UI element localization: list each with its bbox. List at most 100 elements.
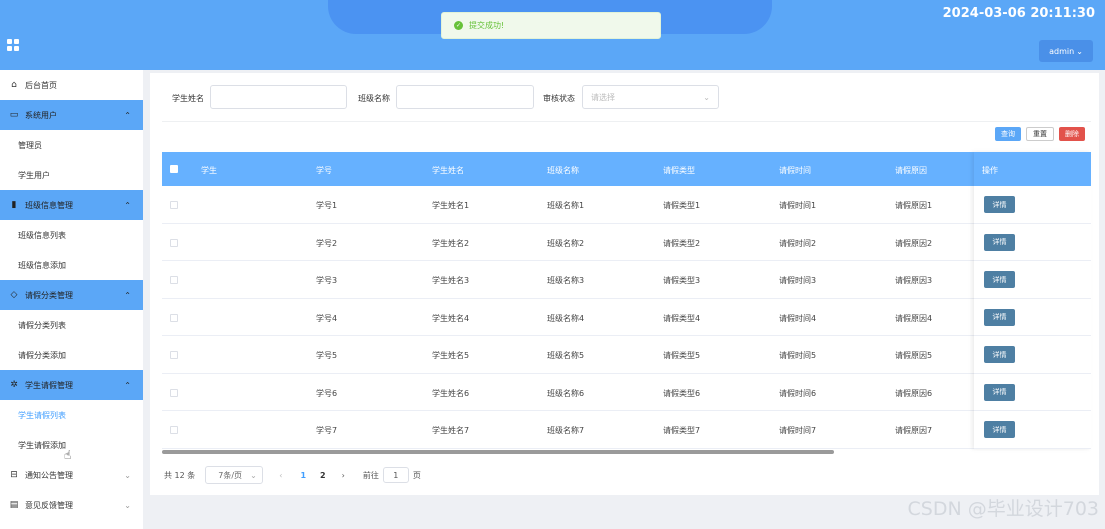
sidebar-item-0[interactable]: ⌂ 后台首页: [0, 70, 143, 100]
table-cell: 学号6: [316, 388, 338, 398]
sidebar-item-label: 管理员: [18, 140, 42, 150]
sidebar-item-13[interactable]: ⊟ 通知公告管理 ⌄: [0, 460, 143, 490]
status-select[interactable]: 请选择 ⌄: [582, 85, 719, 109]
table-cell: 学号5: [316, 351, 338, 360]
select-all-checkbox[interactable]: [170, 165, 178, 173]
fixed-ops-column: [974, 152, 1091, 449]
table-cell: 学生姓名7: [432, 426, 470, 435]
table-cell: 请假时间2: [779, 238, 817, 248]
grid-menu-icon[interactable]: [7, 39, 20, 52]
horizontal-scrollbar[interactable]: [162, 450, 834, 454]
table-cell: 请假时间5: [779, 351, 817, 360]
column-header: 请假原因: [895, 166, 927, 175]
sidebar-item-7[interactable]: ◇ 请假分类管理 ⌃: [0, 280, 143, 310]
sidebar-item-14[interactable]: ▤ 意见反馈管理 ⌄: [0, 490, 143, 520]
sidebar: ⌂ 后台首页 ▭ 系统用户 ⌃ 管理员 学生用户 ▮ 班级信息管理 ⌃ 班级信息列表 班级信息添加 ◇ 请…: [0, 70, 143, 529]
sidebar-item-label: 系统用户: [25, 110, 57, 120]
goto-page-input[interactable]: 1: [382, 467, 409, 483]
success-toast: ✓ 提交成功!: [441, 12, 661, 39]
sidebar-item-12[interactable]: 学生请假添加: [0, 430, 143, 460]
table-row: 学号2 学生姓名2 班级名称2 请假类型2 请假时间2 请假原因2 详情: [162, 223, 1091, 261]
table-cell: 请假类型6: [663, 388, 701, 398]
row-checkbox[interactable]: [170, 351, 178, 359]
admin-label: admin: [1049, 46, 1075, 56]
column-header: 学号: [316, 166, 332, 175]
sidebar-item-9[interactable]: 请假分类添加: [0, 340, 143, 370]
prev-page-button[interactable]: ‹: [279, 471, 282, 480]
table-cell: 请假时间1: [779, 201, 817, 210]
sidebar-item-6[interactable]: 班级信息添加: [0, 250, 143, 280]
row-checkbox[interactable]: [170, 388, 178, 397]
chevron-up-icon: ⌃: [124, 110, 131, 120]
filter-bar: 学生姓名 班级名称 审核状态 请选择 ⌄: [150, 73, 1099, 121]
page-number-1[interactable]: 1: [300, 471, 306, 480]
column-header: 学生姓名: [432, 166, 464, 175]
chevron-down-icon: ⌄: [250, 470, 257, 480]
table-cell: 请假原因1: [895, 201, 933, 210]
table-cell: 学号7: [316, 426, 338, 435]
action-buttons: 查询 重置 删除: [995, 127, 1085, 141]
page-number-2[interactable]: 2: [320, 471, 326, 480]
table-cell: 学号3: [316, 276, 338, 285]
chevron-down-icon: ⌄: [703, 92, 710, 102]
row-checkbox[interactable]: [170, 238, 178, 247]
sidebar-item-8[interactable]: 请假分类列表: [0, 310, 143, 340]
table-cell: 请假类型5: [663, 351, 701, 360]
tag-icon: ◇: [10, 290, 18, 300]
inbox-icon: ⊟: [10, 470, 18, 480]
student-name-label: 学生姓名: [172, 94, 204, 103]
row-checkbox[interactable]: [170, 276, 178, 284]
table-cell: 请假原因4: [895, 313, 933, 323]
table-cell: 班级名称3: [547, 276, 585, 285]
toast-message: 提交成功!: [469, 21, 505, 30]
sidebar-item-2[interactable]: 管理员: [0, 130, 143, 160]
sidebar-item-label: 班级信息添加: [18, 260, 66, 270]
reset-button[interactable]: 重置: [1026, 127, 1054, 141]
class-name-input[interactable]: [396, 85, 534, 109]
table-cell: 请假类型2: [663, 238, 701, 248]
admin-user-dropdown[interactable]: admin ⌄: [1039, 40, 1093, 62]
chevron-down-icon: ⌄: [124, 500, 131, 510]
clipboard-icon: ▤: [9, 500, 19, 510]
row-checkbox[interactable]: [170, 426, 178, 434]
sidebar-item-label: 请假分类列表: [18, 320, 66, 330]
table-header: 学生 学号 学生姓名 班级名称 请假类型 请假时间 请假原因 操作: [162, 152, 1091, 186]
table-cell: 学生姓名3: [432, 276, 470, 285]
table-row: 学号3 学生姓名3 班级名称3 请假类型3 请假时间3 请假原因3 详情: [162, 261, 1091, 299]
main-panel: 学生姓名 班级名称 审核状态 请选择 ⌄ 查询 重置 删除 学生 学号 学生姓名 班级…: [150, 73, 1099, 495]
sidebar-item-10[interactable]: ✲ 学生请假管理 ⌃: [0, 370, 143, 400]
table-cell: 请假原因5: [895, 351, 933, 360]
sidebar-item-label: 学生请假列表: [18, 410, 66, 420]
chevron-up-icon: ⌃: [124, 200, 131, 210]
sidebar-item-1[interactable]: ▭ 系统用户 ⌃: [0, 100, 143, 130]
query-button[interactable]: 查询: [995, 127, 1021, 141]
table-cell: 请假原因6: [895, 388, 933, 398]
sidebar-item-label: 学生请假添加: [18, 440, 66, 450]
delete-button[interactable]: 删除: [1059, 127, 1085, 141]
table-row: 学号4 学生姓名4 班级名称4 请假类型4 请假时间4 请假原因4 详情: [162, 298, 1091, 336]
table-cell: 请假时间4: [779, 313, 817, 323]
page-size-select[interactable]: 7条/页 ⌄: [205, 466, 264, 484]
table-cell: 请假类型4: [663, 313, 701, 323]
sidebar-item-label: 学生用户: [18, 170, 50, 180]
table-cell: 请假时间6: [779, 388, 817, 398]
table-cell: 请假时间3: [779, 276, 817, 285]
table-cell: 请假类型1: [663, 201, 701, 210]
sidebar-item-4[interactable]: ▮ 班级信息管理 ⌃: [0, 190, 143, 220]
chevron-up-icon: ⌃: [124, 380, 131, 390]
row-checkbox[interactable]: [170, 313, 178, 322]
sidebar-item-label: 意见反馈管理: [25, 500, 73, 510]
sidebar-item-3[interactable]: 学生用户: [0, 160, 143, 190]
table-cell: 班级名称2: [547, 238, 585, 248]
leave-table: 学生 学号 学生姓名 班级名称 请假类型 请假时间 请假原因 操作 学号1 学生姓名1 班级名称1…: [162, 152, 1091, 449]
sidebar-item-label: 通知公告管理: [25, 470, 73, 480]
monitor-icon: ▭: [9, 110, 19, 120]
table-cell: 学号4: [316, 313, 338, 323]
next-page-button[interactable]: ›: [342, 471, 345, 480]
table-cell: 班级名称5: [547, 351, 585, 360]
sidebar-item-5[interactable]: 班级信息列表: [0, 220, 143, 250]
row-checkbox[interactable]: [170, 201, 178, 209]
student-name-input[interactable]: [210, 85, 347, 109]
sidebar-item-11[interactable]: 学生请假列表: [0, 400, 143, 430]
table-cell: 请假原因2: [895, 238, 933, 248]
